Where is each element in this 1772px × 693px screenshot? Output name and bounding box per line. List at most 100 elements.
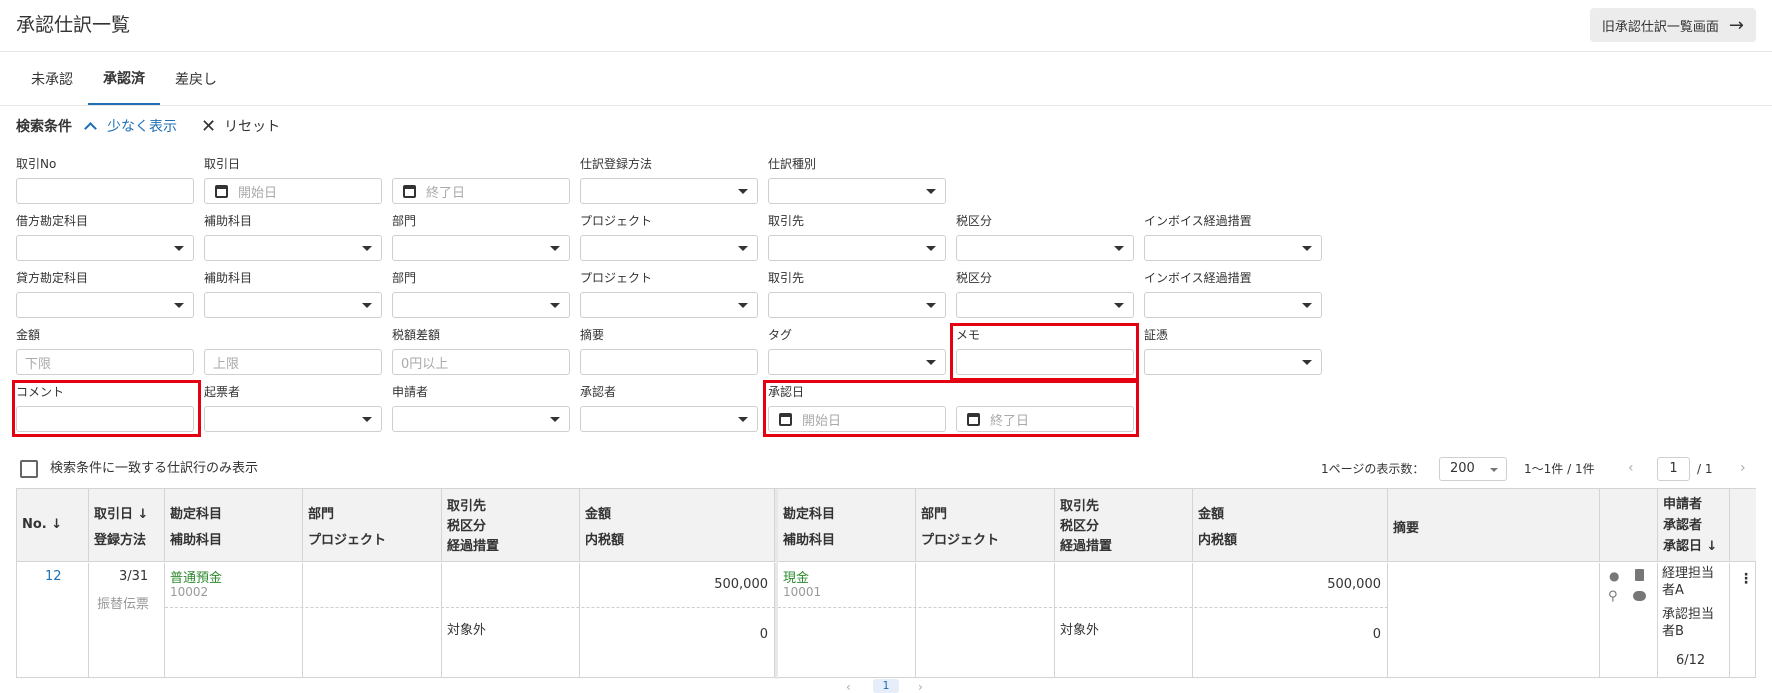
row-debit-tax: 0	[759, 627, 768, 642]
highlight-shouninbi	[763, 380, 1139, 437]
tag-icon[interactable]: ●	[1609, 569, 1619, 583]
col-credit-tax-label: 内税額	[1198, 533, 1238, 548]
debit-zeikubun-label: 税区分	[956, 214, 993, 228]
bottom-page-current[interactable]: 1	[873, 679, 899, 693]
debit-project-select[interactable]	[580, 235, 758, 261]
arrow-right-icon: →	[1728, 14, 1744, 36]
caret-down-icon	[550, 246, 560, 251]
touroku-select[interactable]	[580, 178, 758, 204]
col-tekiyou-label: 摘要	[1393, 521, 1420, 536]
shubetsu-select[interactable]	[768, 178, 946, 204]
debit-invoice-select[interactable]	[1144, 235, 1322, 261]
row-credit-kamoku[interactable]: 現金	[783, 567, 809, 586]
col-no-label: No. ↓	[22, 517, 63, 532]
row-divider-debit	[165, 607, 775, 608]
old-list-button[interactable]: 旧承認仕訳一覧画面 →	[1589, 8, 1756, 42]
caret-down-icon	[738, 189, 748, 194]
highlight-comment	[12, 380, 201, 437]
col-debit-bumon-label: 部門	[308, 507, 335, 522]
per-page-label: 1ページの表示数：	[1321, 462, 1425, 476]
row-no-link[interactable]: 12	[45, 569, 62, 584]
torihiki-no-input[interactable]	[16, 178, 194, 204]
total-pages: / 1	[1697, 462, 1713, 476]
credit-project-select[interactable]	[580, 292, 758, 318]
upper-placeholder: 上限	[213, 356, 240, 372]
row-debit-kamoku[interactable]: 普通預金	[170, 567, 222, 586]
kihyousha-select[interactable]	[204, 406, 382, 432]
credit-invoice-select[interactable]	[1144, 292, 1322, 318]
torihiki-date-end[interactable]: 終了日	[392, 178, 570, 204]
debit-hojo-label: 補助科目	[204, 214, 253, 228]
tag-label: タグ	[768, 328, 793, 342]
tab-returned[interactable]: 差戻し	[160, 52, 232, 105]
lower-placeholder: 下限	[25, 356, 52, 372]
page-input[interactable]: 1	[1657, 457, 1690, 481]
credit-torihikisaki-select[interactable]	[768, 292, 946, 318]
page-title: 承認仕訳一覧	[16, 14, 131, 36]
credit-hojo-select[interactable]	[204, 292, 382, 318]
only-match-label: 検索条件に一致する仕訳行のみ表示	[50, 461, 259, 476]
more-menu-icon[interactable]: ⋮	[1739, 571, 1753, 587]
tag-select[interactable]	[768, 349, 946, 375]
credit-zeikubun-select[interactable]	[956, 292, 1134, 318]
credit-kamoku-select[interactable]	[16, 292, 194, 318]
row-approver: 承認担当者B	[1662, 607, 1715, 639]
kingaku-label: 金額	[16, 328, 41, 342]
calendar-icon	[215, 184, 228, 198]
torihiki-date-label: 取引日	[204, 157, 241, 171]
debit-zeikubun-select[interactable]	[956, 235, 1134, 261]
kingaku-lower-input[interactable]: 下限	[16, 349, 194, 375]
row-credit-kamoku-cell: 現金 10001	[778, 563, 916, 677]
caret-down-icon	[550, 417, 560, 422]
col-credit-bumon: 部門 プロジェクト	[916, 489, 1055, 562]
zeigaku-input[interactable]: 0円以上	[392, 349, 570, 375]
shubetsu-label: 仕訳種別	[768, 157, 817, 171]
shinseisha-label: 申請者	[392, 385, 429, 399]
row-credit-kin-cell: 500,000 0	[1193, 563, 1388, 677]
torihiki-date-start[interactable]: 開始日	[204, 178, 382, 204]
bottom-prev-icon[interactable]: ‹	[846, 680, 851, 693]
bottom-next-icon[interactable]: ›	[918, 680, 923, 693]
debit-invoice-label: インボイス経過措置	[1144, 214, 1252, 228]
end-placeholder: 終了日	[426, 185, 466, 201]
reset-button[interactable]: ✕ リセット	[201, 116, 280, 137]
kingaku-upper-input[interactable]: 上限	[204, 349, 382, 375]
only-match-checkbox[interactable]	[20, 460, 38, 478]
shouhyou-select[interactable]	[1144, 349, 1322, 375]
tekiyou-input[interactable]	[580, 349, 758, 375]
caret-down-icon	[1302, 360, 1312, 365]
row-debit-amount: 500,000	[714, 577, 768, 592]
debit-torihikisaki-select[interactable]	[768, 235, 946, 261]
col-date[interactable]: 取引日 ↓ 登録方法	[89, 489, 165, 562]
page-header: 承認仕訳一覧 旧承認仕訳一覧画面 →	[0, 0, 1772, 52]
col-debit-tori-label: 取引先	[447, 499, 487, 514]
paperclip-icon[interactable]: ⚲	[1608, 589, 1618, 604]
debit-hojo-select[interactable]	[204, 235, 382, 261]
next-page-icon[interactable]: ›	[1740, 460, 1746, 476]
credit-kamoku-label: 貸方勘定科目	[16, 271, 89, 285]
credit-bumon-select[interactable]	[392, 292, 570, 318]
per-page-select[interactable]: 200	[1439, 457, 1507, 481]
tab-approved[interactable]: 承認済	[88, 52, 160, 105]
chevron-up-icon	[84, 122, 97, 135]
comment-icon[interactable]	[1633, 591, 1646, 601]
caret-down-icon	[362, 246, 372, 251]
prev-page-icon[interactable]: ‹	[1628, 460, 1634, 476]
caret-down-icon	[174, 303, 184, 308]
col-no[interactable]: No. ↓	[17, 489, 89, 562]
caret-down-icon	[1114, 246, 1124, 251]
debit-kamoku-select[interactable]	[16, 235, 194, 261]
caret-down-icon	[738, 246, 748, 251]
row-divider-credit	[778, 607, 1388, 608]
col-approval[interactable]: 申請者 承認者 承認日 ↓	[1658, 489, 1730, 562]
shouninsha-select[interactable]	[580, 406, 758, 432]
debit-bumon-select[interactable]	[392, 235, 570, 261]
caret-down-icon	[926, 189, 936, 194]
credit-invoice-label: インボイス経過措置	[1144, 271, 1252, 285]
shinseisha-select[interactable]	[392, 406, 570, 432]
clipboard-icon[interactable]	[1635, 569, 1644, 581]
caret-down-icon	[362, 417, 372, 422]
show-less-button[interactable]: 少なく表示	[84, 116, 177, 136]
row-credit-bumon-cell	[916, 563, 1055, 677]
tab-unapproved[interactable]: 未承認	[16, 52, 88, 105]
